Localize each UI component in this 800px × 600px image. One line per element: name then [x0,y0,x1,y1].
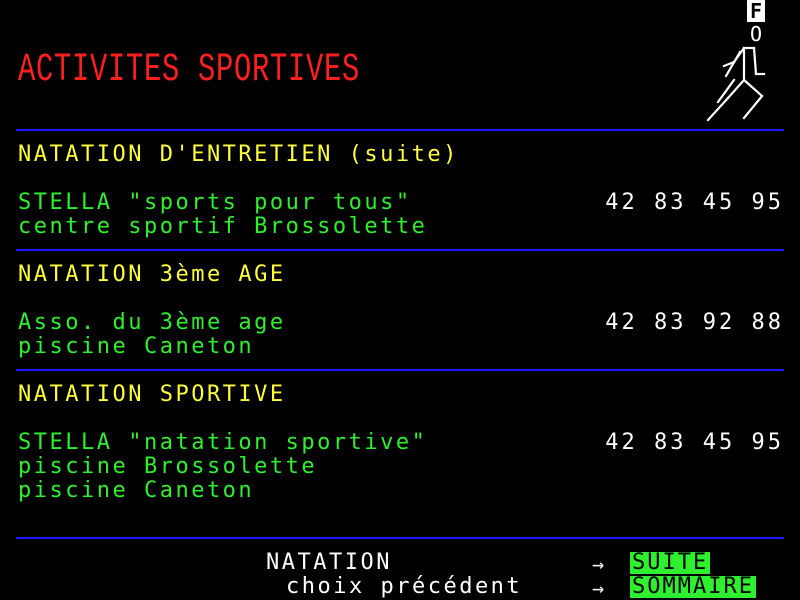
section-heading: NATATION 3ème AGE [18,262,286,287]
section-heading: NATATION D'ENTRETIEN (suite) [18,142,459,167]
arrow-right-icon: → [592,552,605,576]
separator [16,537,784,539]
suite-key-button[interactable]: SUITE [630,552,711,574]
page-title: ACTIVITES SPORTIVES [18,48,361,93]
entry-location: piscine Caneton [18,334,255,359]
entry-phone: 42 83 92 88 [605,310,784,335]
arrow-right-icon: → [592,576,605,600]
nav-suite-label: NATATION [266,550,392,575]
nav-sommaire-label: choix précédent [286,574,523,599]
entry-location: piscine Brossolette [18,454,318,479]
entry-phone: 42 83 45 95 [605,190,784,215]
minitel-screen: ACTIVITES SPORTIVES F O NATATION D'ENTRE… [16,0,784,600]
entry-name: STELLA "natation sportive" [18,430,428,455]
entry-phone: 42 83 45 95 [605,430,784,455]
service-logo-letter: F [747,0,765,22]
separator [16,129,784,131]
separator [16,369,784,371]
separator [16,249,784,251]
entry-location: centre sportif Brossolette [18,214,428,239]
sommaire-key-button[interactable]: SOMMAIRE [630,576,756,598]
entry-name: STELLA "sports pour tous" [18,190,412,215]
entry-location: piscine Caneton [18,478,255,503]
entry-name: Asso. du 3ème age [18,310,286,335]
section-heading: NATATION SPORTIVE [18,382,286,407]
runner-icon [706,46,766,122]
